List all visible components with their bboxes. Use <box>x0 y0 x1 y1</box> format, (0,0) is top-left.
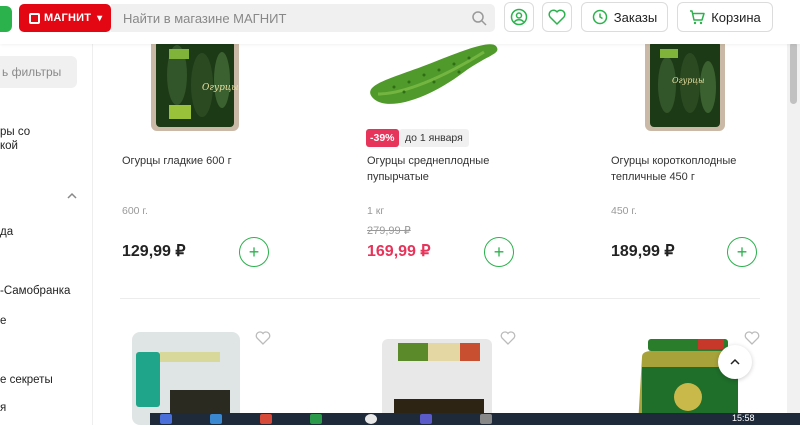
product-image[interactable]: Огурцы <box>147 35 243 133</box>
product-name[interactable]: Огурцы гладкие 600 г <box>122 153 282 169</box>
chevron-up-icon[interactable] <box>66 190 78 202</box>
brand-label: МАГНИТ <box>44 12 92 24</box>
pickles-pack-image: Огурцы <box>645 37 725 131</box>
product-price: 129,99 ₽ <box>122 243 186 260</box>
sidebar-item[interactable]: е <box>0 313 6 329</box>
add-to-cart-button[interactable]: + <box>239 237 269 267</box>
taskbar-app-icon[interactable] <box>420 414 432 424</box>
product-name[interactable]: Огурцы среднеплодные пупырчатые <box>367 153 507 185</box>
add-to-cart-button[interactable]: + <box>727 237 757 267</box>
cart-icon <box>690 10 705 25</box>
taskbar-clock: 15:58 <box>732 413 755 423</box>
svg-text:Огурцы: Огурцы <box>672 76 704 85</box>
taskbar-app-icon[interactable] <box>160 414 172 424</box>
plus-icon: + <box>248 242 260 262</box>
heart-icon[interactable] <box>255 331 271 345</box>
sidebar-item[interactable]: е секреты <box>0 372 53 388</box>
search-input[interactable]: Найти в магазине МАГНИТ <box>111 4 495 32</box>
os-taskbar: 15:58 <box>150 413 800 425</box>
product-price: 169,99 ₽ <box>367 243 431 260</box>
sidebar-item[interactable]: -Самобранка <box>0 283 70 299</box>
mushroom-pack-image <box>382 339 492 425</box>
cart-button[interactable]: Корзина <box>677 2 773 32</box>
product-weight: 450 г. <box>611 205 637 217</box>
plus-icon: + <box>736 242 748 262</box>
product-image[interactable] <box>364 42 504 112</box>
green-tab-stub[interactable] <box>0 6 12 32</box>
taskbar-app-icon[interactable] <box>260 414 272 424</box>
taskbar-app-icon[interactable] <box>310 414 322 424</box>
product-old-price: 279,99 ₽ <box>367 225 411 237</box>
product-weight: 1 кг <box>367 205 385 217</box>
taskbar-app-icon[interactable] <box>480 414 492 424</box>
search-placeholder: Найти в магазине МАГНИТ <box>123 10 287 26</box>
promo-date-badge: до 1 января <box>399 129 469 147</box>
profile-button[interactable] <box>504 2 534 32</box>
favorites-button[interactable] <box>542 2 572 32</box>
heart-icon[interactable] <box>500 331 516 345</box>
search-icon[interactable] <box>471 10 487 26</box>
svg-text:Огурцы: Огурцы <box>202 83 239 93</box>
taskbar-app-icon[interactable] <box>210 414 222 424</box>
page-scrollbar[interactable] <box>787 0 800 425</box>
product-image[interactable]: Огурцы <box>642 35 728 133</box>
magnit-logo-icon <box>29 12 40 24</box>
product-image[interactable] <box>380 335 495 425</box>
row-divider <box>120 298 760 299</box>
cart-label: Корзина <box>711 9 761 25</box>
chevron-down-icon: ▾ <box>97 12 103 24</box>
sidebar-item[interactable]: кой <box>0 138 18 154</box>
header: МАГНИТ ▾ Найти в магазине МАГНИТ Заказы … <box>0 0 800 44</box>
heart-icon[interactable] <box>744 331 760 345</box>
discount-badge: -39% <box>366 129 399 147</box>
pickles-pack-image: Огурцы <box>151 37 239 131</box>
filter-sidebar: ь фильтры ры со кой да -Самобранка е е с… <box>0 44 93 425</box>
product-price: 189,99 ₽ <box>611 243 675 260</box>
seaweed-pack-image <box>132 332 240 425</box>
store-selector-button[interactable]: МАГНИТ ▾ <box>19 4 111 32</box>
taskbar-app-icon[interactable] <box>365 414 377 424</box>
sidebar-item[interactable]: да <box>0 224 13 240</box>
scrollbar-thumb[interactable] <box>790 42 797 104</box>
product-image[interactable] <box>130 330 242 425</box>
product-weight: 600 г. <box>122 205 148 217</box>
orders-button[interactable]: Заказы <box>581 2 668 32</box>
plus-icon: + <box>493 242 505 262</box>
reset-filters-button[interactable]: ь фильтры <box>0 56 77 88</box>
orders-label: Заказы <box>613 9 658 25</box>
clock-icon <box>592 9 608 25</box>
chevron-up-icon <box>730 358 740 365</box>
cucumber-image <box>370 44 498 104</box>
product-name[interactable]: Огурцы короткоплодные тепличные 450 г <box>611 153 771 185</box>
scroll-to-top-button[interactable] <box>718 345 752 379</box>
reset-filters-label: ь фильтры <box>2 65 62 79</box>
user-icon <box>510 8 528 26</box>
sidebar-item[interactable]: я <box>0 400 6 416</box>
add-to-cart-button[interactable]: + <box>484 237 514 267</box>
heart-icon <box>548 9 566 25</box>
